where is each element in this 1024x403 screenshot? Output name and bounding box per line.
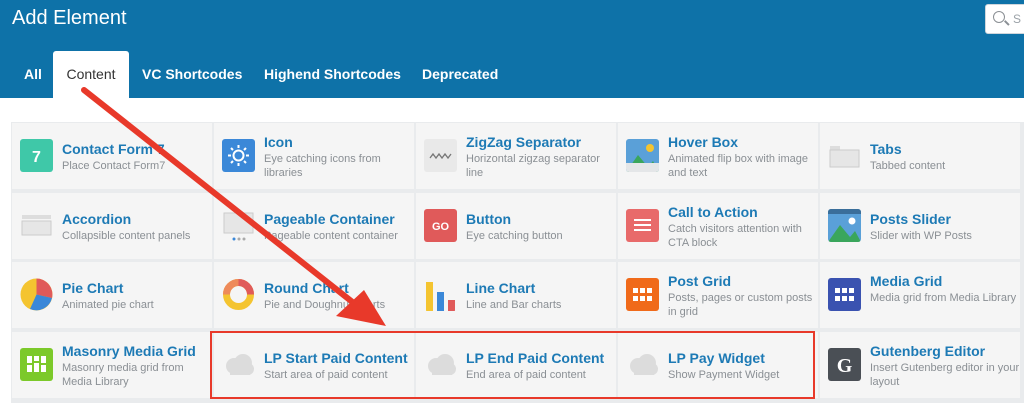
element-hover-box[interactable]: Hover Box Animated flip box with image a… (618, 123, 818, 189)
round-chart-icon (222, 278, 255, 311)
element-line-chart[interactable]: Line Chart Line and Bar charts (416, 262, 616, 328)
tabs-icon (828, 139, 861, 172)
element-desc: Media grid from Media Library (870, 292, 1017, 304)
element-pageable-container[interactable]: Pageable Container Pageable content cont… (214, 193, 414, 259)
header-bar: Add Element S All Content VC Shortcodes … (0, 0, 1024, 98)
element-name: Button (466, 211, 512, 227)
element-name: Line Chart (466, 280, 536, 296)
element-name: Post Grid (668, 273, 732, 289)
highlight-box (210, 331, 815, 399)
element-name: Gutenberg Editor (870, 343, 986, 359)
element-name: Contact Form 7 (62, 141, 165, 157)
go-button-icon: GO (424, 209, 457, 242)
element-desc: Slider with WP Posts (870, 230, 972, 242)
call-to-action-icon (626, 209, 659, 242)
element-accordion[interactable]: Accordion Collapsible content panels (12, 193, 212, 259)
element-zigzag-separator[interactable]: ZigZag Separator Horizontal zigzag separ… (416, 123, 616, 189)
tab-vc-shortcodes[interactable]: VC Shortcodes (142, 66, 242, 98)
element-desc: Collapsible content panels (62, 230, 191, 242)
element-call-to-action[interactable]: Call to Action Catch visitors attention … (618, 193, 818, 259)
element-name: Masonry Media Grid (62, 343, 196, 359)
element-masonry-media-grid[interactable]: Masonry Media Grid Masonry media grid fr… (12, 332, 212, 398)
element-desc: Line and Bar charts (466, 299, 562, 311)
tab-highend-shortcodes[interactable]: Highend Shortcodes (264, 66, 401, 98)
element-name: Accordion (62, 211, 132, 227)
element-contact-form-7[interactable]: 7 Contact Form 7 Place Contact Form7 (12, 123, 212, 189)
element-desc: Pie and Doughnut charts (264, 299, 386, 311)
contact-form-icon: 7 (20, 139, 53, 172)
element-name: Icon (264, 134, 293, 150)
element-name: Media Grid (870, 273, 943, 289)
element-button[interactable]: GO Button Eye catching button (416, 193, 616, 259)
element-name: Round Chart (264, 280, 349, 296)
element-desc: Pageable content container (264, 230, 398, 242)
tab-deprecated[interactable]: Deprecated (422, 66, 498, 98)
element-desc: Eye catching button (466, 230, 563, 242)
element-pie-chart[interactable]: Pie Chart Animated pie chart (12, 262, 212, 328)
element-name: Pageable Container (264, 211, 395, 227)
element-name: Posts Slider (870, 211, 951, 227)
element-name: ZigZag Separator (466, 134, 582, 150)
element-desc: Catch visitors attention with CTA block (668, 223, 802, 249)
element-desc: Horizontal zigzag separator line (466, 153, 600, 179)
element-desc: Place Contact Form7 (62, 160, 166, 172)
element-tabs[interactable]: Tabs Tabbed content (820, 123, 1020, 189)
svg-text:7: 7 (32, 149, 41, 166)
search-icon (993, 11, 1005, 23)
svg-text:GO: GO (432, 221, 450, 233)
masonry-grid-icon (20, 348, 53, 381)
element-desc: Masonry media grid from Media Library (62, 362, 184, 388)
dialog-title: Add Element (12, 7, 127, 29)
svg-text:G: G (837, 355, 853, 377)
element-icon[interactable]: Icon Eye catching icons from libraries (214, 123, 414, 189)
media-grid-icon (828, 278, 861, 311)
element-desc: Posts, pages or custom posts in grid (668, 292, 813, 318)
gutenberg-icon: G (828, 348, 861, 381)
element-desc: Animated flip box with image and text (668, 153, 809, 179)
element-name: Pie Chart (62, 280, 124, 296)
element-gutenberg-editor[interactable]: G Gutenberg Editor Insert Gutenberg edit… (820, 332, 1020, 398)
tab-all[interactable]: All (24, 66, 42, 98)
element-post-grid[interactable]: Post Grid Posts, pages or custom posts i… (618, 262, 818, 328)
element-round-chart[interactable]: Round Chart Pie and Doughnut charts (214, 262, 414, 328)
tab-content[interactable]: Content (53, 51, 129, 98)
pageable-icon (222, 209, 255, 242)
element-desc: Eye catching icons from libraries (264, 153, 381, 179)
search-placeholder: S (1013, 12, 1022, 26)
zigzag-icon (424, 139, 457, 172)
line-chart-icon (424, 278, 457, 311)
posts-slider-icon (828, 209, 861, 242)
element-name: Call to Action (668, 204, 758, 220)
search-input[interactable]: S (985, 4, 1024, 34)
element-posts-slider[interactable]: Posts Slider Slider with WP Posts (820, 193, 1020, 259)
accordion-icon (20, 209, 53, 242)
post-grid-icon (626, 278, 659, 311)
element-desc: Tabbed content (870, 160, 946, 172)
element-name: Tabs (870, 141, 902, 157)
pie-chart-icon (20, 278, 53, 311)
hover-box-icon (626, 139, 659, 172)
sun-icon (222, 139, 255, 172)
element-name: Hover Box (668, 134, 739, 150)
element-media-grid[interactable]: Media Grid Media grid from Media Library (820, 262, 1020, 328)
element-desc: Insert Gutenberg editor in your layout (870, 362, 1020, 388)
element-desc: Animated pie chart (62, 299, 154, 311)
